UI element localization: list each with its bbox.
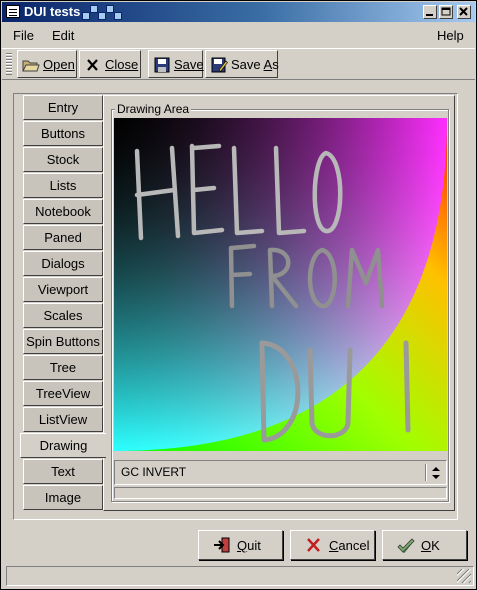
- close-button[interactable]: Close: [79, 50, 141, 78]
- window-title: DUI tests: [24, 4, 81, 19]
- cancel-mnemonic: C: [329, 538, 339, 553]
- close-x-icon: [87, 59, 98, 71]
- tab-stock[interactable]: Stock: [23, 147, 103, 172]
- tab-tree[interactable]: Tree: [23, 355, 103, 380]
- close-mnemonic: C: [105, 57, 115, 72]
- menu-edit[interactable]: Edit: [52, 28, 74, 43]
- save-as-label-prefix: Save: [231, 57, 264, 72]
- ok-label: K: [431, 538, 440, 553]
- close-icon: [459, 7, 468, 16]
- minimize-icon: [426, 14, 433, 16]
- folder-open-icon: [22, 60, 40, 72]
- save-as-icon: [211, 57, 228, 73]
- tab-paned[interactable]: Paned: [23, 225, 103, 250]
- maximize-icon: [441, 7, 451, 16]
- save-button[interactable]: Save: [148, 50, 204, 78]
- save-as-button[interactable]: Save As: [205, 50, 279, 78]
- tab-text[interactable]: Text: [23, 459, 103, 484]
- toolbar: Open Close Save Save As: [2, 48, 475, 80]
- close-label: lose: [114, 57, 139, 72]
- close-window-button[interactable]: [457, 5, 471, 19]
- ok-check-icon: [397, 538, 415, 553]
- save-mnemonic: S: [174, 57, 183, 72]
- save-as-mnemonic: A: [263, 57, 273, 72]
- application-window: DUI tests File Edit Help Open Close Save…: [0, 0, 477, 590]
- maximize-button[interactable]: [439, 5, 453, 19]
- title-decoration: [82, 4, 122, 20]
- open-mnemonic: O: [43, 57, 54, 72]
- open-button[interactable]: Open: [17, 50, 77, 78]
- menu-bar: File Edit Help: [2, 24, 475, 46]
- tab-notebook[interactable]: Notebook: [23, 199, 103, 224]
- ok-mnemonic: O: [421, 538, 432, 553]
- tab-viewport[interactable]: Viewport: [23, 277, 103, 302]
- cancel-label: ancel: [338, 538, 370, 553]
- tab-spin-buttons[interactable]: Spin Buttons: [23, 329, 103, 354]
- quit-icon: [214, 537, 230, 553]
- open-label: pen: [53, 57, 75, 72]
- cancel-button[interactable]: Cancel: [290, 530, 375, 560]
- tab-entry[interactable]: Entry: [23, 95, 103, 120]
- gc-mode-combo[interactable]: GC INVERT: [114, 460, 447, 485]
- title-bar[interactable]: DUI tests: [2, 2, 475, 22]
- combo-arrows-icon: [432, 467, 440, 479]
- tab-lists[interactable]: Lists: [23, 173, 103, 198]
- cancel-x-icon: [307, 538, 320, 552]
- resize-grip[interactable]: [457, 569, 471, 583]
- status-bar: [6, 566, 474, 586]
- drawing-status-box: [114, 487, 447, 499]
- minimize-button[interactable]: [423, 5, 437, 19]
- menu-file[interactable]: File: [13, 28, 34, 43]
- tab-listview[interactable]: ListView: [23, 407, 103, 432]
- floppy-disk-icon: [154, 57, 170, 73]
- save-label: ave: [182, 57, 204, 72]
- quit-mnemonic: Q: [237, 538, 248, 553]
- drawing-area-graphic: [114, 118, 447, 451]
- quit-button[interactable]: Quit: [198, 530, 283, 560]
- save-as-label: s: [272, 57, 279, 72]
- tab-treeview[interactable]: TreeView: [23, 381, 103, 406]
- tab-dialogs[interactable]: Dialogs: [23, 251, 103, 276]
- tab-image[interactable]: Image: [23, 485, 103, 510]
- combo-separator: [425, 464, 426, 481]
- toolbar-grip[interactable]: [6, 53, 12, 75]
- window-menu-icon[interactable]: [6, 5, 20, 18]
- tab-scales[interactable]: Scales: [23, 303, 103, 328]
- ok-button[interactable]: OK: [382, 530, 467, 560]
- menu-help[interactable]: Help: [437, 28, 464, 43]
- quit-label: uit: [247, 538, 261, 553]
- tab-drawing[interactable]: Drawing: [20, 433, 106, 458]
- gc-mode-value: GC INVERT: [121, 465, 187, 479]
- drawing-canvas[interactable]: [114, 118, 447, 451]
- tab-buttons[interactable]: Buttons: [23, 121, 103, 146]
- drawing-area-label: Drawing Area: [115, 102, 192, 116]
